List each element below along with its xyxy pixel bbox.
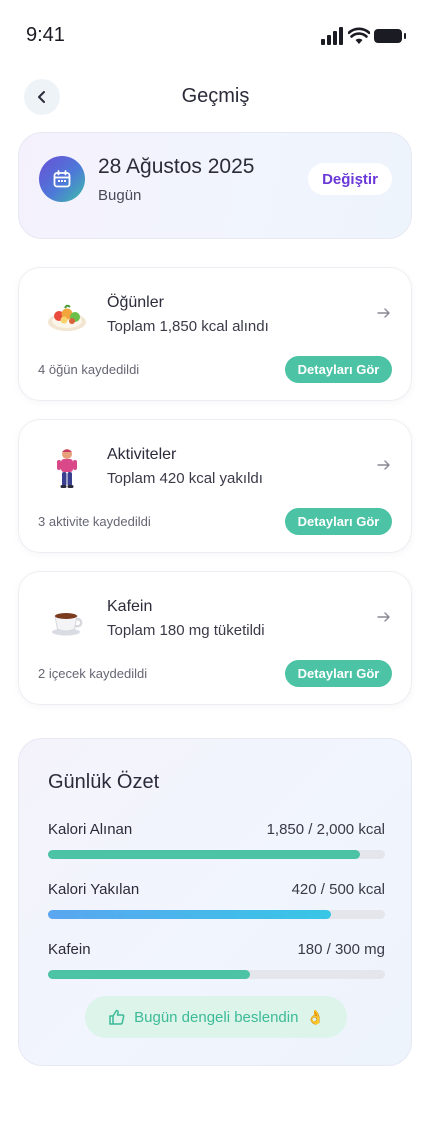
meals-details-button[interactable]: Detayları Gör [285, 356, 392, 383]
signal-icon [321, 27, 343, 45]
caffeine-title: Kafein [107, 598, 153, 615]
progress-fill [48, 970, 251, 979]
activities-title: Aktiviteler [107, 446, 177, 463]
metric-value: 1,850 / 2,000 kcal [266, 821, 385, 838]
activities-summary: Toplam 420 kcal yakıldı [107, 470, 263, 487]
arrow-right-icon [377, 460, 390, 470]
status-time: 9:41 [26, 24, 65, 46]
progress-track [48, 970, 385, 979]
selected-date: 28 Ağustos 2025 [98, 155, 255, 178]
caffeine-card[interactable]: Kafein Toplam 180 mg tüketildi 2 içecek … [18, 571, 412, 705]
change-date-button[interactable]: Değiştir [308, 163, 392, 195]
status-bar: 9:41 [0, 0, 431, 70]
battery-icon [374, 29, 406, 43]
progress-track [48, 910, 385, 919]
metric-calories-in: Kalori Alınan 1,850 / 2,000 kcal [48, 821, 385, 861]
activities-count: 3 aktivite kaydedildi [38, 514, 151, 529]
status-icons [321, 27, 406, 45]
metric-label: Kafein [48, 941, 91, 958]
daily-summary-card: Günlük Özet Kalori Alınan 1,850 / 2,000 … [18, 738, 412, 1066]
thumbs-up-icon [109, 1009, 125, 1025]
metric-value: 180 / 300 mg [297, 941, 385, 958]
progress-fill [48, 850, 360, 859]
metric-label: Kalori Yakılan [48, 881, 140, 898]
activities-details-button[interactable]: Detayları Gör [285, 508, 392, 535]
metric-value: 420 / 500 kcal [291, 881, 385, 898]
wifi-icon [348, 27, 370, 44]
activities-card[interactable]: Aktiviteler Toplam 420 kcal yakıldı 3 ak… [18, 419, 412, 553]
ok-hand-emoji: 👌 [306, 1008, 324, 1025]
date-relative-label: Bugün [98, 187, 142, 204]
arrow-right-icon [377, 308, 390, 318]
metric-caffeine: Kafein 180 / 300 mg [48, 941, 385, 981]
meals-title: Öğünler [107, 294, 164, 311]
coffee-cup-icon [52, 613, 83, 636]
caffeine-details-button[interactable]: Detayları Gör [285, 660, 392, 687]
meals-card[interactable]: Öğünler Toplam 1,850 kcal alındı 4 öğün … [18, 267, 412, 401]
progress-fill [48, 910, 332, 919]
date-card: 28 Ağustos 2025 Bugün Değiştir [18, 132, 412, 239]
meals-summary: Toplam 1,850 kcal alındı [107, 318, 269, 335]
metric-calories-out: Kalori Yakılan 420 / 500 kcal [48, 881, 385, 921]
calendar-icon [39, 156, 85, 202]
caffeine-summary: Toplam 180 mg tüketildi [107, 622, 265, 639]
meal-plate-icon [48, 304, 86, 331]
caffeine-count: 2 içecek kaydedildi [38, 666, 148, 681]
person-activity-icon [57, 449, 77, 488]
summary-title: Günlük Özet [48, 771, 160, 793]
arrow-right-icon [377, 612, 390, 622]
balanced-tip-badge: Bugün dengeli beslendin 👌 [85, 996, 347, 1038]
metric-label: Kalori Alınan [48, 821, 133, 838]
progress-track [48, 850, 385, 859]
tip-text: Bugün dengeli beslendin [134, 1008, 299, 1026]
page-title: Geçmiş [181, 85, 250, 107]
meals-count: 4 öğün kaydedildi [38, 362, 140, 377]
